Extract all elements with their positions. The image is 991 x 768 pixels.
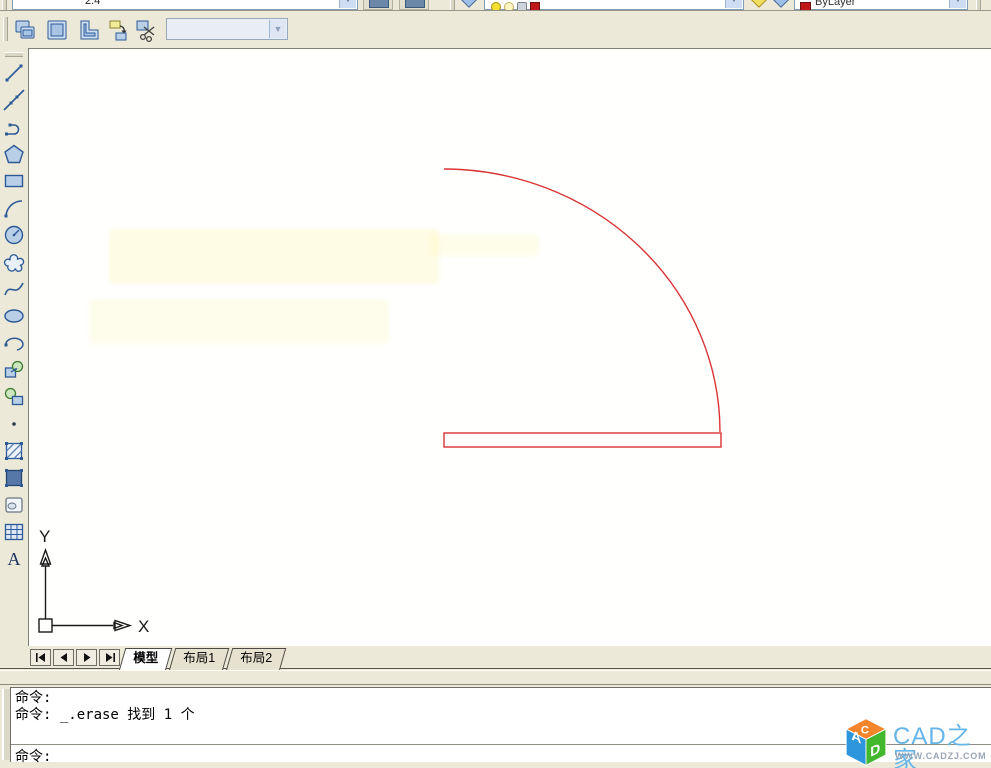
watermark-title: CAD之家 [893,725,989,768]
gradient-icon[interactable] [1,465,27,490]
tab-model[interactable]: 模型 [119,648,173,671]
layer-properties-icon[interactable] [458,0,480,9]
door-leaf-rect [444,433,721,447]
current-color-swatch [800,2,811,11]
region-icon[interactable] [1,492,27,517]
toolbar-grip[interactable] [5,52,23,57]
single-viewport-icon[interactable] [43,16,71,43]
command-prompt: 命令: [15,749,51,765]
last-tab-button[interactable] [99,649,120,666]
clip-viewport-icon[interactable] [133,16,161,43]
button-icon [369,0,389,8]
next-tab-button[interactable] [76,649,97,666]
ellipse-icon[interactable] [1,303,27,328]
lock-icon [517,2,527,11]
draw-toolbar: A [0,48,28,646]
autocad-window: 2.4 ▼ ▼ ByLayer ▼ [0,0,991,768]
polygon-icon[interactable] [1,141,27,166]
tab-layout1[interactable]: 布局1 [169,648,230,671]
command-window-splitter[interactable] [0,670,991,685]
toolbar-button[interactable] [399,0,429,10]
polygonal-viewport-icon[interactable] [75,16,103,43]
chevron-down-icon[interactable]: ▼ [725,0,742,8]
color-combobox-value: ByLayer [815,0,855,8]
tab-nav-buttons [30,649,120,666]
door-symbol-drawing [29,49,991,646]
ucs-y-label: Y [39,528,50,546]
viewport-scale-combobox[interactable]: ▼ [166,18,288,40]
table-icon[interactable] [1,519,27,544]
layer-combobox[interactable]: ▼ [484,0,744,10]
cube-letter-top: C [861,724,869,736]
bulb-icon [491,2,501,11]
top-toolbar-row-clipped: 2.4 ▼ ▼ ByLayer ▼ [0,0,991,11]
color-combobox[interactable]: ByLayer ▼ [794,0,968,10]
toolbar-grip[interactable] [450,0,455,11]
layout-tab-bar: 模型 布局1 布局2 [0,646,991,669]
previous-tab-button[interactable] [53,649,74,666]
chevron-down-icon[interactable]: ▼ [949,0,966,8]
toolbar-grip[interactable] [976,0,981,11]
polyline-icon[interactable] [1,114,27,139]
button-icon [405,0,425,8]
convert-to-viewport-icon[interactable] [105,16,133,43]
first-tab-button[interactable] [30,649,51,666]
chevron-down-icon[interactable]: ▼ [339,0,356,8]
toolbar-grip[interactable] [2,0,7,11]
style-combobox-value: 2.4 [85,0,100,7]
insert-block-icon[interactable] [1,357,27,382]
watermark-url: WWW.CADZJ.COM [895,751,986,761]
make-object-layer-current-icon[interactable] [748,0,770,9]
construction-line-icon[interactable] [1,87,27,112]
cadzj-watermark: C A D CAD之家 WWW.CADZJ.COM [841,719,989,767]
revision-cloud-icon[interactable] [1,249,27,274]
command-window: 命令: 命令: _.erase 找到 1 个 命令: C A D CAD之家 W… [0,684,991,768]
command-history-line: 命令: [15,690,991,707]
toolbar-button[interactable] [363,0,393,10]
line-icon[interactable] [1,60,27,85]
door-arc [444,169,720,432]
viewports-dialog-icon[interactable] [11,16,39,43]
layer-color-swatch [530,2,540,11]
ucs-icon: Y X [35,528,165,640]
chevron-down-icon[interactable]: ▼ [269,20,286,38]
make-block-icon[interactable] [1,384,27,409]
spline-icon[interactable] [1,276,27,301]
layout-tabs: 模型 布局1 布局2 [122,648,283,671]
svg-text:A: A [8,549,21,569]
rectangle-icon[interactable] [1,168,27,193]
tab-layout2[interactable]: 布局2 [226,648,287,671]
ucs-x-label: X [138,617,149,636]
sun-icon [504,2,514,11]
hatch-icon[interactable] [1,438,27,463]
cadzj-cube-logo: C A D [841,717,891,767]
multiline-text-icon[interactable]: A [1,546,27,571]
model-space-canvas[interactable]: Y X [28,48,991,646]
toolbar-grip[interactable] [3,17,8,41]
ellipse-arc-icon[interactable] [1,330,27,355]
viewports-toolbar: ▼ [0,11,991,49]
circle-icon[interactable] [1,222,27,247]
arc-icon[interactable] [1,195,27,220]
point-icon[interactable] [1,411,27,436]
layer-previous-icon[interactable] [770,0,792,9]
style-combobox[interactable]: 2.4 ▼ [12,0,358,10]
